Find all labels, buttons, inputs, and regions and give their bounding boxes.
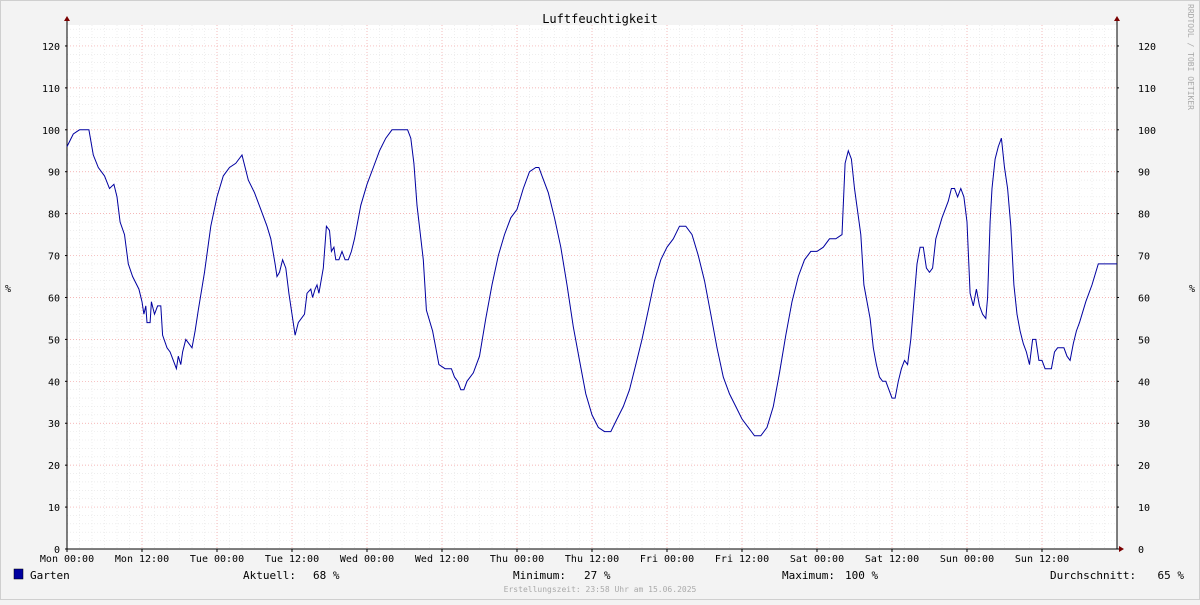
x-tick-label: Mon 12:00: [115, 554, 169, 565]
y-tick-label: 60: [48, 293, 60, 304]
y-tick-label: 50: [1138, 335, 1150, 346]
y-tick-label: 40: [1138, 377, 1150, 388]
y-tick-label: 100: [1138, 126, 1156, 137]
y-tick-label: 90: [48, 168, 60, 179]
y-tick-label: 70: [1138, 252, 1150, 263]
legend-avg-value: 65 %: [1158, 569, 1185, 582]
x-tick-label: Mon 00:00: [40, 554, 94, 565]
x-tick-label: Sat 12:00: [865, 554, 919, 565]
legend-avg-label: Durchschnitt:: [1050, 569, 1136, 582]
y-tick-label: 120: [42, 42, 60, 53]
rrdtool-watermark: RRDTOOL / TOBI OETIKER: [1186, 4, 1195, 110]
y-tick-label: 10: [1138, 503, 1150, 514]
x-tick-label: Tue 00:00: [190, 554, 244, 565]
legend-max-value: 100 %: [845, 569, 878, 582]
legend-current-value: 68 %: [313, 569, 340, 582]
y-tick-label: 30: [1138, 419, 1150, 430]
x-tick-label: Sun 00:00: [940, 554, 994, 565]
y-tick-label: 60: [1138, 293, 1150, 304]
y-tick-label: 10: [48, 503, 60, 514]
y-tick-label: 20: [48, 461, 60, 472]
legend-max-label: Maximum:: [782, 569, 835, 582]
x-tick-label: Fri 00:00: [640, 554, 694, 565]
humidity-chart: 0102030405060708090100110120 01020304050…: [0, 0, 1200, 600]
y-axis-label-left: %: [5, 284, 11, 295]
x-tick-label: Thu 12:00: [565, 554, 619, 565]
y-tick-label: 110: [1138, 84, 1156, 95]
x-tick-label: Sun 12:00: [1015, 554, 1069, 565]
y-tick-label: 110: [42, 84, 60, 95]
x-tick-label: Thu 00:00: [490, 554, 544, 565]
y-tick-label: 20: [1138, 461, 1150, 472]
y-tick-label: 100: [42, 126, 60, 137]
y-tick-label: 90: [1138, 168, 1150, 179]
x-tick-label: Wed 00:00: [340, 554, 394, 565]
chart-title: Luftfeuchtigkeit: [542, 12, 658, 26]
y-tick-label: 80: [1138, 210, 1150, 221]
legend-min-value: 27 %: [584, 569, 611, 582]
legend-series-label: Garten: [30, 569, 70, 582]
x-tick-label: Tue 12:00: [265, 554, 319, 565]
creation-timestamp: Erstellungszeit: 23:58 Uhr am 15.06.2025: [504, 585, 697, 594]
x-tick-label: Fri 12:00: [715, 554, 769, 565]
y-tick-label: 70: [48, 252, 60, 263]
chart-frame: 0 10 20 30 40 50 60 70 80 90 100 110 120 0 10 20 30 40 50…: [0, 0, 1200, 600]
y-tick-label: 40: [48, 377, 60, 388]
legend-current-label: Aktuell:: [243, 569, 296, 582]
legend-min-label: Minimum:: [513, 569, 566, 582]
y-tick-label: 0: [1138, 545, 1144, 556]
x-tick-label: Sat 00:00: [790, 554, 844, 565]
legend-swatch-garten: [13, 568, 24, 580]
y-tick-label: 30: [48, 419, 60, 430]
y-tick-label: 50: [48, 335, 60, 346]
y-tick-label: 120: [1138, 42, 1156, 53]
y-tick-label: 80: [48, 210, 60, 221]
y-axis-label-right: %: [1189, 284, 1195, 295]
x-tick-label: Wed 12:00: [415, 554, 469, 565]
